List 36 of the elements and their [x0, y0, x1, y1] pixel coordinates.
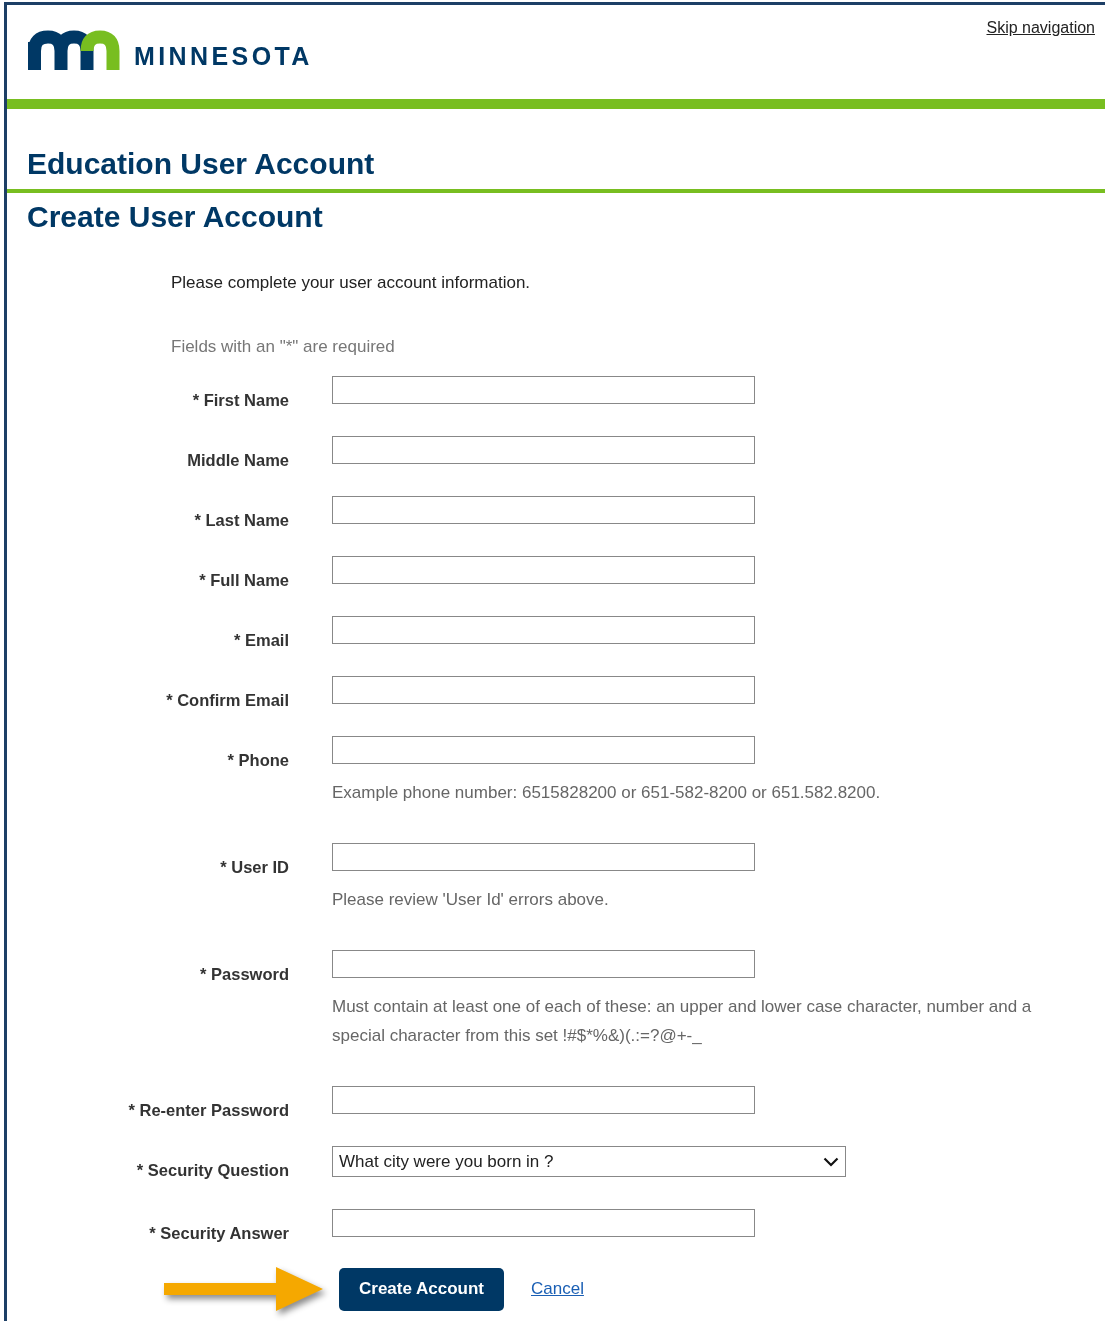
required-note: Fields with an "*" are required	[171, 336, 396, 358]
field-label: * Password	[199, 964, 289, 985]
create-account-button[interactable]: Create Account	[339, 1267, 504, 1311]
field-label: * Full Name	[198, 570, 289, 590]
text-field[interactable]	[332, 496, 755, 524]
skip-navigation-link[interactable]: Skip navigation	[986, 19, 1095, 37]
chevron-down-icon	[823, 1156, 839, 1167]
text-field[interactable]	[332, 436, 755, 464]
cancel-link[interactable]: Cancel	[531, 1279, 584, 1299]
text-field[interactable]	[332, 950, 755, 978]
field-label: * Security Question	[135, 1160, 289, 1181]
field-label: * Phone	[226, 750, 289, 771]
field-label: * Confirm Email	[165, 690, 289, 710]
field-hint: Must contain at least one of each of these: an upper and lower case character, number and a special character from this set !#$*%&)(.:=?@+-_	[332, 996, 1033, 1047]
field-label: * Re-enter Password	[127, 1100, 289, 1120]
text-field[interactable]	[332, 676, 755, 704]
field-hint: Example phone number: 6515828200 or 651-582-8200 or 651.582.8200.	[332, 782, 882, 804]
text-field[interactable]	[332, 616, 755, 644]
text-field[interactable]	[332, 843, 755, 871]
security-question-dropdown[interactable]: What city were you born in ?	[332, 1146, 846, 1177]
logo-text: MINNESOTA	[134, 43, 313, 69]
text-field[interactable]	[332, 556, 755, 584]
text-field[interactable]	[332, 736, 755, 764]
field-label: * Last Name	[193, 510, 289, 530]
field-label: Middle Name	[186, 450, 289, 470]
text-field[interactable]	[332, 1086, 755, 1114]
text-field[interactable]	[332, 1209, 755, 1237]
intro-text: Please complete your user account information.	[171, 272, 532, 294]
field-label: * First Name	[191, 390, 289, 410]
page-title: Create User Account	[26, 199, 324, 235]
field-label: * Email	[232, 630, 289, 650]
text-field[interactable]	[332, 376, 755, 404]
app-title: Education User Account	[7, 144, 1105, 193]
field-label: * Security Answer	[148, 1223, 289, 1243]
field-label: * User ID	[219, 857, 289, 878]
field-hint: Please review 'User Id' errors above.	[332, 889, 610, 911]
